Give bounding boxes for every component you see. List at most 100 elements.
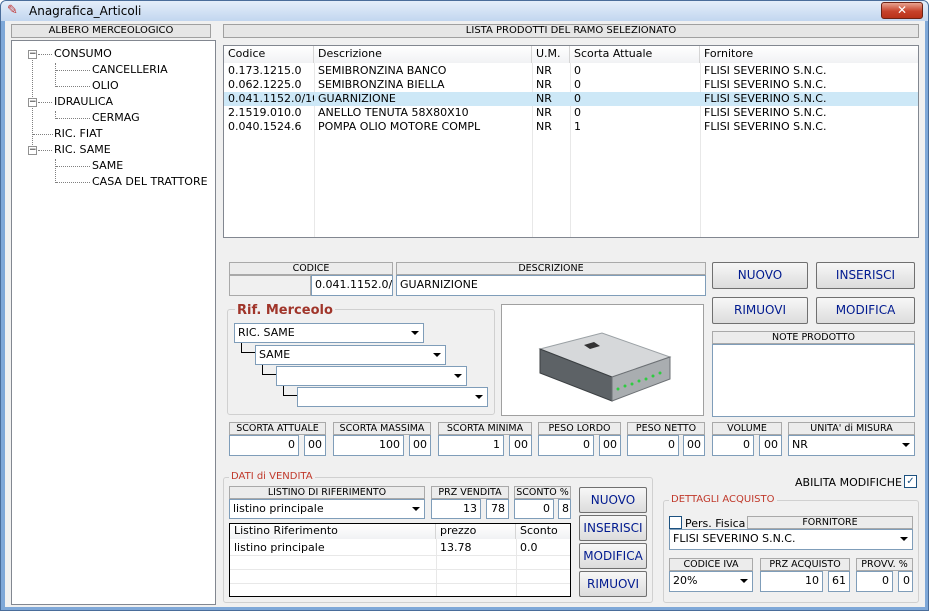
tree-node-same[interactable]: SAME — [92, 159, 123, 172]
abilita-modifiche-checkbox[interactable]: ✓ — [904, 475, 917, 488]
col-listino-riferimento[interactable]: Listino Riferimento — [230, 524, 436, 539]
codice-iva-value: 20% — [673, 574, 698, 587]
col-descrizione[interactable]: Descrizione — [314, 46, 532, 63]
peso-netto-decimal[interactable]: 00 — [683, 435, 705, 456]
tree-node-olio[interactable]: OLIO — [92, 79, 119, 92]
vendita-nuovo-button[interactable]: NUOVO — [579, 487, 647, 513]
product-list[interactable]: Codice Descrizione U.M. Scorta Attuale F… — [223, 45, 919, 238]
scorta-massima-decimal[interactable]: 00 — [409, 435, 431, 456]
client-area: ALBERO MERCEOLOGICO − CONSUMO CANCELLERI… — [5, 21, 925, 607]
rif-level3-select[interactable] — [276, 366, 467, 386]
tree-connector — [283, 386, 297, 396]
product-image — [501, 304, 704, 416]
rif-level2-select[interactable]: SAME — [255, 345, 446, 365]
col-fornitore[interactable]: Fornitore — [700, 46, 918, 63]
tree-node-casa-del-trattore[interactable]: CASA DEL TRATTORE — [92, 175, 208, 188]
pers-fisica-checkbox[interactable] — [669, 516, 682, 529]
volume-decimal[interactable]: 00 — [759, 435, 782, 456]
tree-node-consumo[interactable]: CONSUMO — [54, 47, 112, 60]
peso-lordo-decimal[interactable]: 00 — [599, 435, 621, 456]
table-row[interactable]: listino principale 13.78 0.0 — [230, 541, 570, 555]
vendita-rimuovi-button[interactable]: RIMUOVI — [579, 571, 647, 597]
product-cell: 0 — [574, 78, 581, 91]
volume-caption: VOLUME — [712, 422, 782, 435]
sconto-decimal[interactable]: 8 — [558, 499, 571, 519]
fornitore-select[interactable]: FLISI SEVERINO S.N.C. — [669, 529, 913, 550]
tree-header: ALBERO MERCEOLOGICO — [11, 24, 211, 38]
table-row[interactable]: 0.173.1215.0 SEMIBRONZINA BANCO NR 0 FLISI S… — [224, 64, 918, 78]
unita-misura-caption: UNITA' di MISURA — [788, 422, 915, 435]
codice-iva-select[interactable]: 20% — [669, 571, 753, 592]
unita-misura-select[interactable]: NR — [788, 435, 915, 456]
prz-acquisto-input[interactable]: 10 — [760, 571, 823, 592]
listini-table[interactable]: Listino Riferimento prezzo Sconto listin… — [229, 523, 571, 597]
sconto-cell: 0.0 — [520, 541, 538, 554]
collapse-icon[interactable]: − — [28, 98, 37, 107]
scorta-minima-input[interactable]: 1 — [438, 435, 504, 456]
app-window: ✎ Anagrafica_Articoli ✕ ALBERO MERCEOLOG… — [0, 0, 929, 611]
close-button[interactable]: ✕ — [881, 2, 923, 19]
merchandise-tree[interactable]: − CONSUMO CANCELLERIA OLIO − IDRAULICA C… — [11, 40, 216, 605]
product-cell: FLISI SEVERINO S.N.C. — [704, 92, 827, 105]
modifica-button[interactable]: MODIFICA — [816, 297, 915, 324]
tree-node-ric-same[interactable]: RIC. SAME — [54, 143, 111, 156]
col-um[interactable]: U.M. — [532, 46, 570, 63]
codice-iva-caption: CODICE IVA — [669, 558, 753, 571]
rif-level1-select[interactable]: RIC. SAME — [234, 323, 424, 343]
descrizione-input[interactable]: GUARNIZIONE — [396, 275, 706, 296]
scorta-minima-decimal[interactable]: 00 — [509, 435, 532, 456]
col-sconto[interactable]: Sconto — [516, 524, 570, 539]
table-row[interactable]: 2.1519.010.0 ANELLO TENUTA 58X80X10 NR 0 FLI… — [224, 106, 918, 120]
collapse-icon[interactable]: − — [28, 146, 37, 155]
product-cell: NR — [536, 120, 552, 133]
tree-node-cermag[interactable]: CERMAG — [92, 111, 140, 124]
product-cell: 0.040.1524.6 — [228, 120, 302, 133]
product-cell: 0.062.1225.0 — [228, 78, 302, 91]
provvigione-decimal[interactable]: 0 — [898, 571, 913, 592]
codice-input[interactable]: 0.041.1152.0/ — [311, 275, 393, 296]
prezzo-vendita-input[interactable]: 13 — [431, 499, 481, 519]
scorta-attuale-input[interactable]: 0 — [229, 435, 299, 456]
prz-acquisto-decimal[interactable]: 61 — [828, 571, 850, 592]
tree-connector — [262, 365, 276, 375]
rif-level1-value: RIC. SAME — [238, 326, 295, 339]
collapse-icon[interactable]: − — [28, 50, 37, 59]
listino-value: listino principale — [233, 502, 324, 515]
scorta-attuale-decimal[interactable]: 00 — [304, 435, 326, 456]
product-list-header: LISTA PRODOTTI DEL RAMO SELEZIONATO — [223, 24, 919, 38]
tree-node-cancelleria[interactable]: CANCELLERIA — [92, 63, 168, 76]
col-prezzo[interactable]: prezzo — [436, 524, 516, 539]
rif-level4-select[interactable] — [297, 387, 488, 407]
table-row[interactable]: 0.041.1152.0/10 GUARNIZIONE NR 0 FLISI SEVER… — [224, 92, 918, 106]
inserisci-button[interactable]: INSERISCI — [816, 262, 915, 289]
provvigione-input[interactable]: 0 — [856, 571, 893, 592]
note-textarea[interactable] — [712, 344, 915, 417]
nuovo-button[interactable]: NUOVO — [712, 262, 808, 289]
product-cell: 0.173.1215.0 — [228, 64, 302, 77]
rimuovi-button[interactable]: RIMUOVI — [712, 297, 808, 324]
col-scorta-attuale[interactable]: Scorta Attuale — [570, 46, 700, 63]
rif-level2-value: SAME — [259, 348, 291, 361]
scorta-minima-caption: SCORTA MINIMA — [438, 422, 532, 435]
vendita-modifica-button[interactable]: MODIFICA — [579, 543, 647, 569]
volume-input[interactable]: 0 — [712, 435, 754, 456]
table-row[interactable]: 0.062.1225.0 SEMIBRONZINA BIELLA NR 0 FLISI … — [224, 78, 918, 92]
product-cell: FLISI SEVERINO S.N.C. — [704, 64, 827, 77]
col-codice[interactable]: Codice — [224, 46, 314, 63]
listino-select[interactable]: listino principale — [229, 499, 425, 519]
prezzo-cell: 13.78 — [440, 541, 472, 554]
dropdown-arrow-icon — [902, 443, 910, 447]
table-row[interactable]: 0.040.1524.6 POMPA OLIO MOTORE COMPL NR 1 FL… — [224, 120, 918, 134]
product-cell: SEMIBRONZINA BANCO — [318, 64, 447, 77]
title-bar[interactable]: ✎ Anagrafica_Articoli ✕ — [1, 1, 928, 21]
peso-netto-input[interactable]: 0 — [627, 435, 679, 456]
scorta-massima-input[interactable]: 100 — [333, 435, 404, 456]
sconto-input[interactable]: 0 — [514, 499, 554, 519]
prezzo-vendita-decimal[interactable]: 78 — [486, 499, 509, 519]
tree-node-idraulica[interactable]: IDRAULICA — [54, 95, 113, 108]
tree-node-ric-fiat[interactable]: RIC. FIAT — [54, 127, 103, 140]
acquisto-title: DETTAGLI ACQUISTO — [669, 494, 777, 505]
peso-lordo-input[interactable]: 0 — [538, 435, 594, 456]
vendita-inserisci-button[interactable]: INSERISCI — [579, 515, 647, 541]
product-cell: POMPA OLIO MOTORE COMPL — [318, 120, 481, 133]
